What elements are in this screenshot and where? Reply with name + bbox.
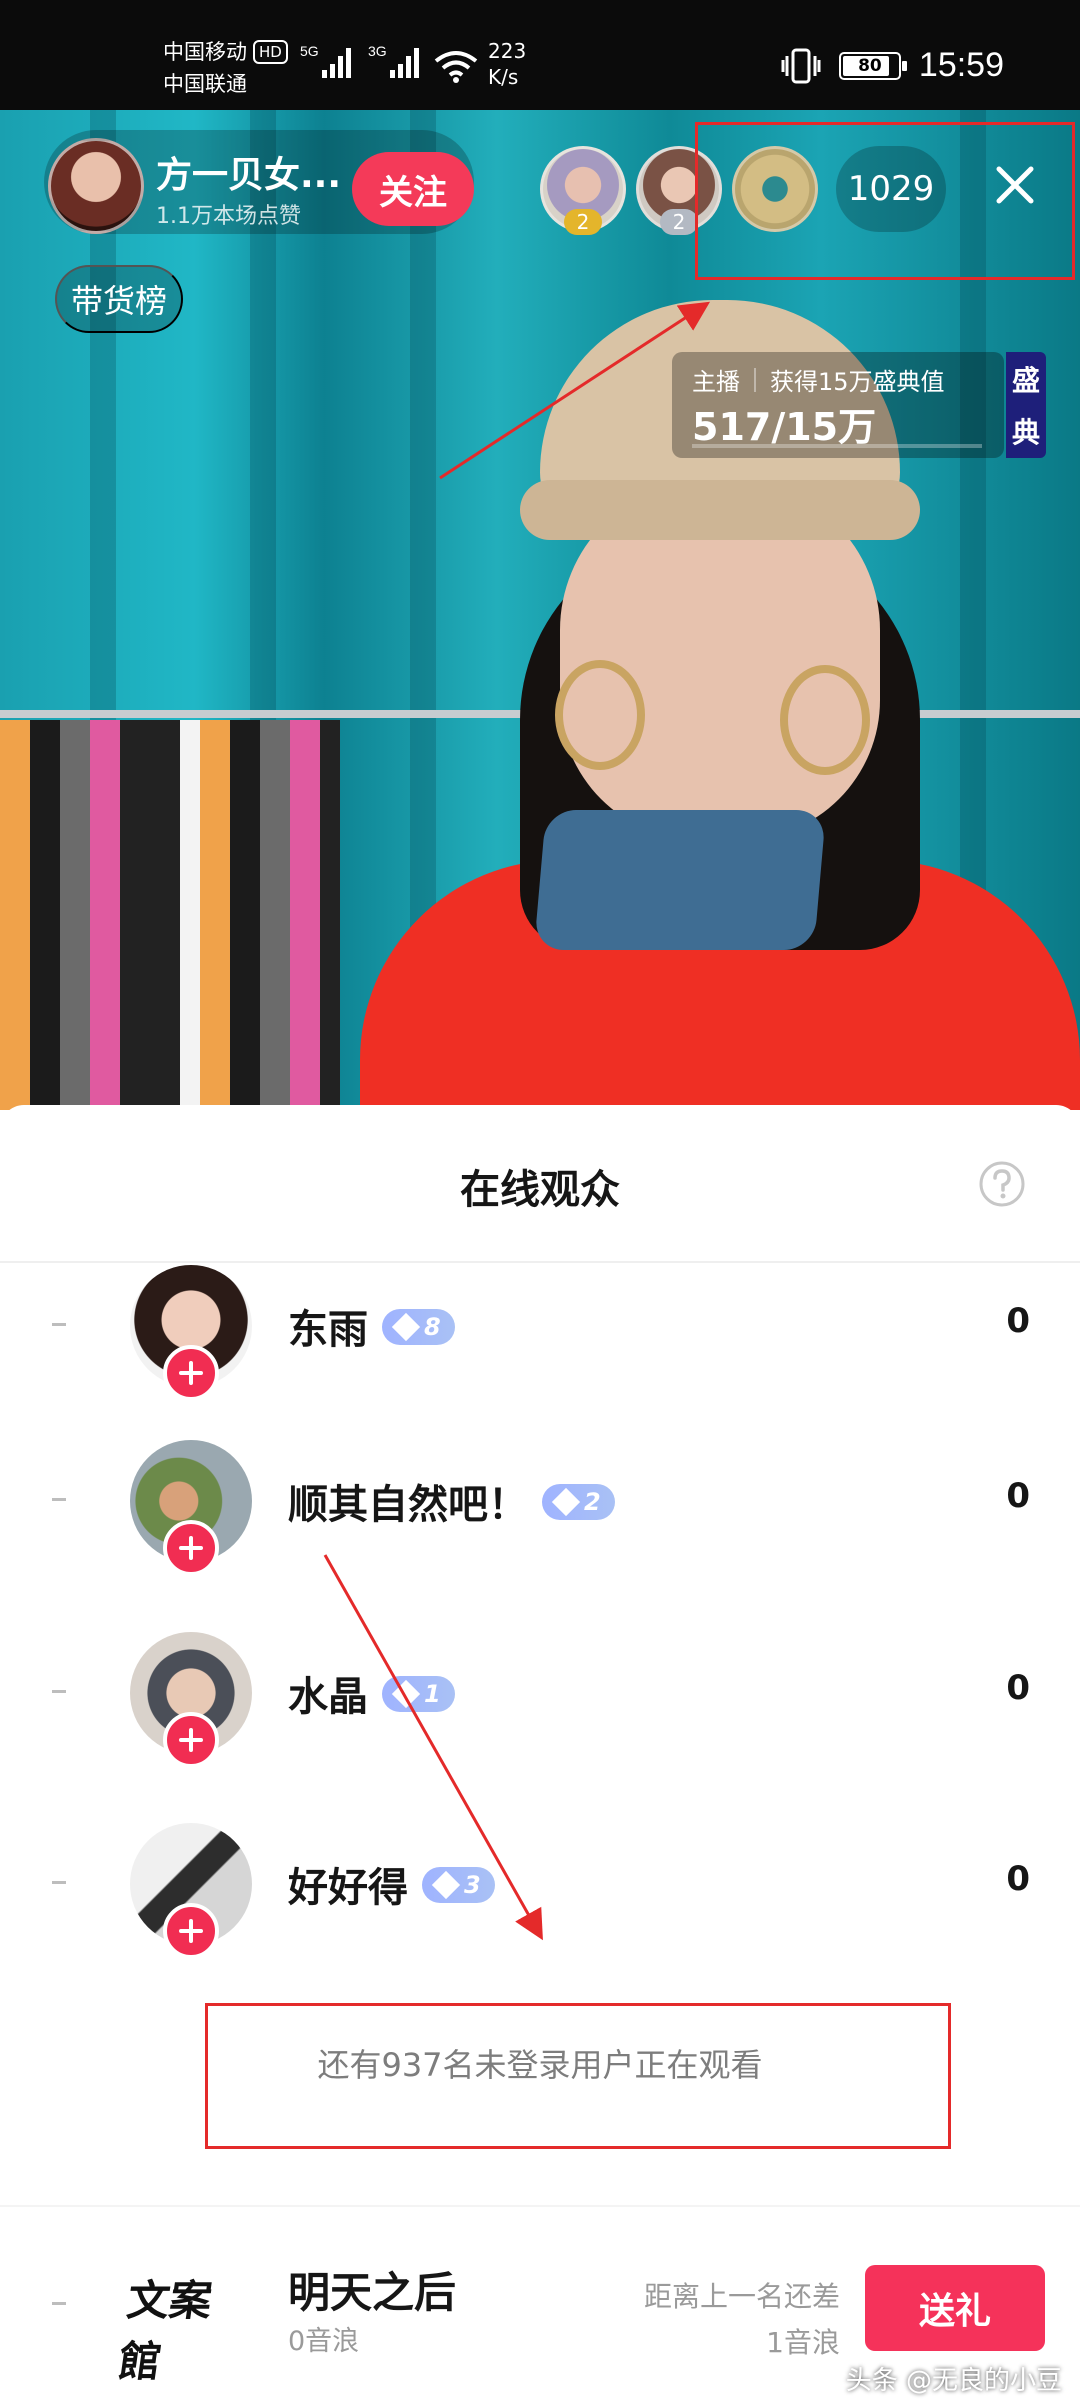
- follow-plus-button[interactable]: [163, 1345, 219, 1401]
- plus-icon: [179, 1361, 203, 1385]
- user-name: 顺其自然吧！: [288, 1482, 528, 1528]
- rank-placeholder: [52, 1690, 66, 1693]
- event-value: 517/15万: [692, 405, 877, 449]
- follow-plus-button[interactable]: [163, 1903, 219, 1959]
- carrier-1: 中国移动: [163, 40, 247, 64]
- wifi-icon: [434, 51, 478, 83]
- my-name: 明天之后: [288, 2268, 457, 2317]
- help-icon[interactable]: [978, 1160, 1026, 1208]
- rank-placeholder: [52, 2302, 66, 2305]
- event-progress-card[interactable]: 主播 获得15万盛典值 517/15万: [672, 352, 1004, 458]
- diamond-icon: [391, 1312, 421, 1342]
- host-name: 方一贝女...: [156, 155, 342, 196]
- rank-placeholder: [52, 1323, 66, 1326]
- signal-5g-icon: 5G: [300, 43, 351, 78]
- event-progress-bar: [692, 444, 982, 448]
- status-bar: 中国移动 HD 中国联通 5G 3G 223 K/s 80 15:59: [0, 0, 1080, 110]
- level-badge: 3: [422, 1867, 495, 1903]
- audience-row[interactable]: 好好得 3 0: [0, 1823, 1080, 1973]
- vibrate-icon: [781, 48, 821, 83]
- carrier-info: 中国移动 HD 中国联通: [163, 36, 288, 100]
- annotation-box-bottom: [205, 2003, 951, 2149]
- audience-row[interactable]: 顺其自然吧！ 2 0: [0, 1440, 1080, 1590]
- audience-row[interactable]: 水晶 1 0: [0, 1632, 1080, 1782]
- clock: 15:59: [918, 46, 1004, 84]
- my-score: 0音浪: [288, 2326, 360, 2357]
- user-name: 东雨: [288, 1307, 368, 1353]
- net-speed: 223 K/s: [488, 39, 527, 89]
- user-score: 0: [1006, 1301, 1030, 1341]
- svg-text:3G: 3G: [368, 43, 387, 59]
- follow-plus-button[interactable]: [163, 1520, 219, 1576]
- signal-3g-icon: 3G: [368, 43, 419, 78]
- sheet-title: 在线观众: [460, 1167, 620, 1213]
- audience-row[interactable]: 东雨 8 0: [0, 1265, 1080, 1415]
- carrier-2: 中国联通: [163, 72, 247, 96]
- event-host-label: 主播: [692, 368, 740, 396]
- rank-placeholder: [52, 1881, 66, 1884]
- hd-badge: HD: [253, 40, 288, 64]
- plus-icon: [179, 1536, 203, 1560]
- svg-text:5G: 5G: [300, 43, 319, 59]
- rank-badge: 2: [660, 209, 698, 235]
- diamond-icon: [551, 1487, 581, 1517]
- clothing-rack-image: [0, 720, 340, 1110]
- user-score: 0: [1006, 1476, 1030, 1516]
- goods-rank-button[interactable]: 带货榜: [55, 265, 183, 333]
- follow-button[interactable]: 关注: [352, 152, 474, 226]
- gap-label: 距离上一名还差: [643, 2280, 840, 2313]
- diamond-icon: [391, 1679, 421, 1709]
- battery-indicator: 80: [838, 51, 907, 80]
- user-name: 好好得: [288, 1865, 408, 1911]
- rank-badge: 2: [564, 209, 602, 235]
- divider: [0, 1261, 1080, 1263]
- user-name: 水晶: [288, 1674, 368, 1720]
- annotation-box-top: [695, 122, 1075, 280]
- top-viewer-avatar[interactable]: 2: [540, 146, 626, 235]
- user-score: 0: [1006, 1859, 1030, 1899]
- plus-icon: [179, 1919, 203, 1943]
- host-likes: 1.1万本场点赞: [156, 204, 301, 229]
- rank-placeholder: [52, 1498, 66, 1501]
- level-badge: 1: [382, 1676, 455, 1712]
- follow-plus-button[interactable]: [163, 1712, 219, 1768]
- my-avatar-logo[interactable]: 文案館: [116, 2267, 253, 2386]
- gap-value: 1音浪: [766, 2326, 840, 2359]
- level-badge: 2: [542, 1484, 615, 1520]
- level-badge: 8: [382, 1309, 455, 1345]
- send-gift-button[interactable]: 送礼: [865, 2265, 1045, 2351]
- event-tag[interactable]: 盛 典: [1006, 352, 1046, 458]
- host-avatar[interactable]: [48, 138, 144, 234]
- event-desc: 获得15万盛典值: [770, 368, 945, 396]
- plus-icon: [179, 1728, 203, 1752]
- diamond-icon: [431, 1870, 461, 1900]
- user-score: 0: [1006, 1668, 1030, 1708]
- watermark: 头条 @无良的小豆: [845, 2366, 1062, 2396]
